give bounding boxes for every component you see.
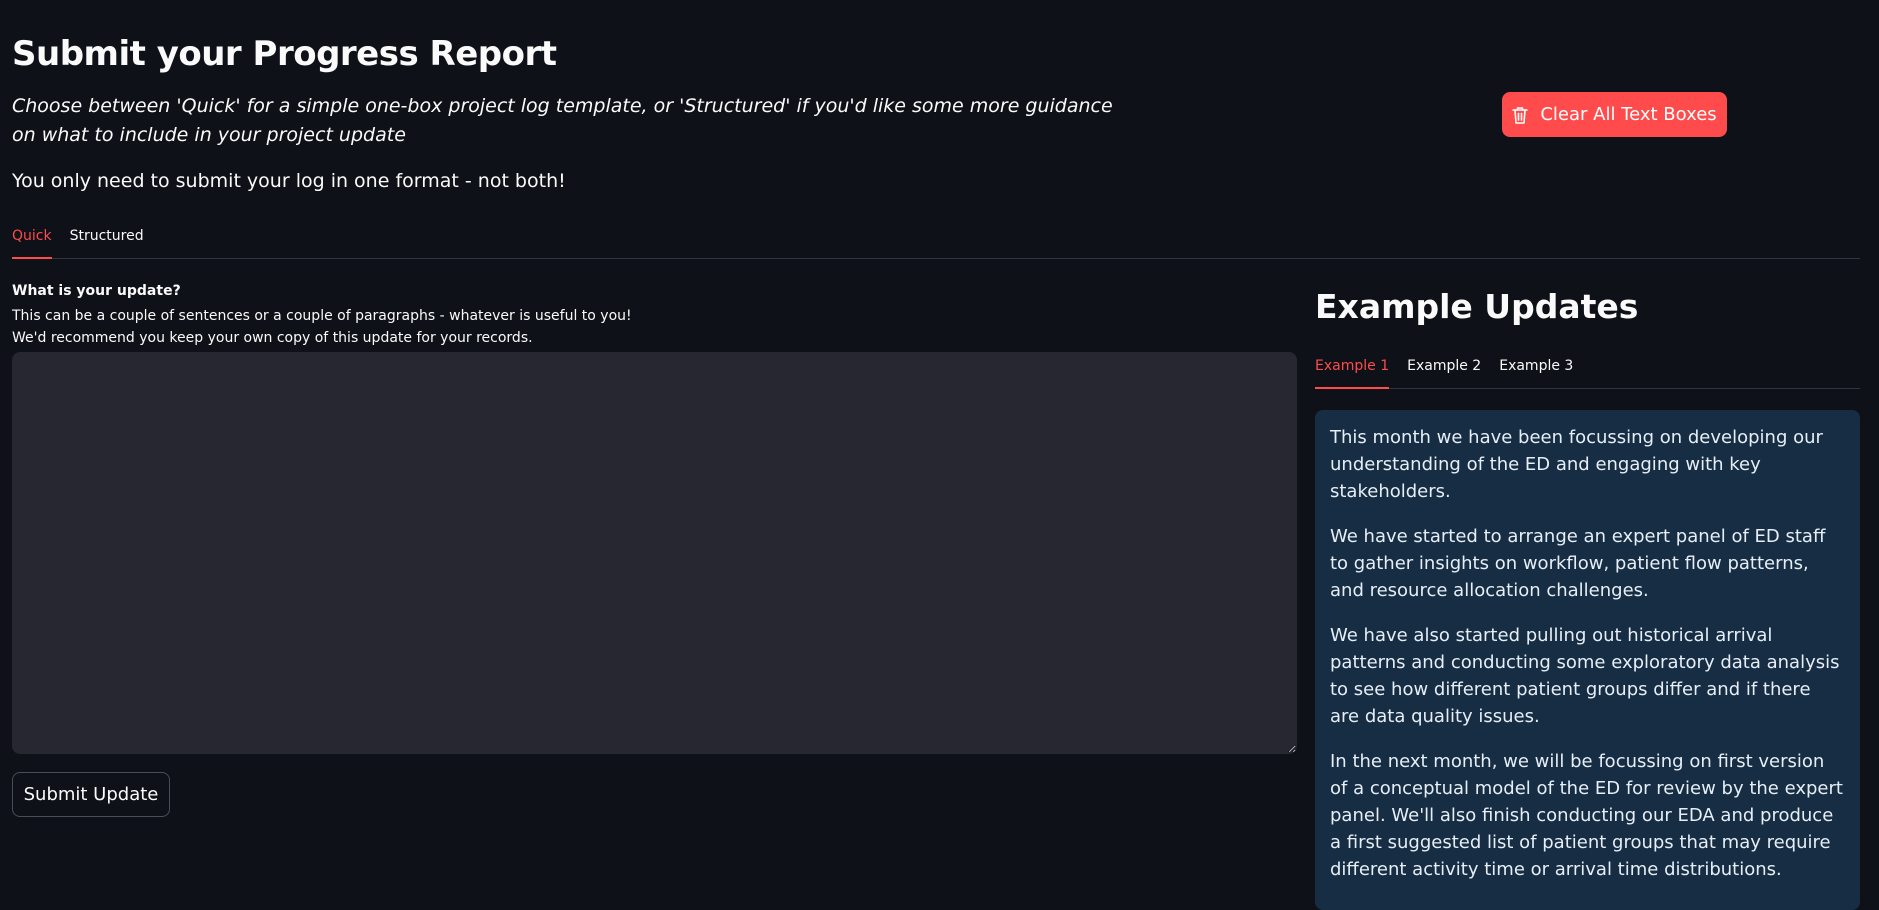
example-paragraph: In the next month, we will be focussing … — [1330, 751, 1843, 880]
update-textarea[interactable] — [12, 352, 1297, 754]
example-tab-bar: Example 1 Example 2 Example 3 — [1315, 358, 1860, 389]
help-line-1: This can be a couple of sentences or a c… — [12, 308, 632, 324]
tab-example-2[interactable]: Example 2 — [1407, 358, 1481, 388]
main-tab-bar: Quick Structured — [12, 228, 1860, 259]
update-field-label: What is your update? — [12, 283, 181, 299]
help-line-2: We'd recommend you keep your own copy of… — [12, 330, 533, 346]
trash-icon — [1512, 106, 1529, 124]
tab-example-1[interactable]: Example 1 — [1315, 358, 1390, 389]
clear-all-label: Clear All Text Boxes — [1540, 104, 1717, 125]
tab-structured[interactable]: Structured — [70, 228, 144, 258]
example-paragraph: We have also started pulling out histori… — [1330, 625, 1840, 727]
tab-quick[interactable]: Quick — [12, 228, 52, 259]
format-note: You only need to submit your log in one … — [12, 170, 566, 192]
example-content-box: This month we have been focussing on dev… — [1315, 410, 1860, 910]
update-field-help: This can be a couple of sentences or a c… — [12, 305, 632, 349]
tab-example-3[interactable]: Example 3 — [1499, 358, 1573, 388]
intro-text: Choose between 'Quick' for a simple one-… — [12, 95, 1113, 146]
submit-update-button[interactable]: Submit Update — [12, 772, 170, 817]
examples-heading: Example Updates — [1315, 287, 1639, 326]
example-paragraph: We have started to arrange an expert pan… — [1330, 526, 1826, 601]
page-title: Submit your Progress Report — [12, 34, 557, 74]
clear-all-button[interactable]: Clear All Text Boxes — [1502, 92, 1727, 137]
example-paragraph: This month we have been focussing on dev… — [1330, 427, 1823, 502]
